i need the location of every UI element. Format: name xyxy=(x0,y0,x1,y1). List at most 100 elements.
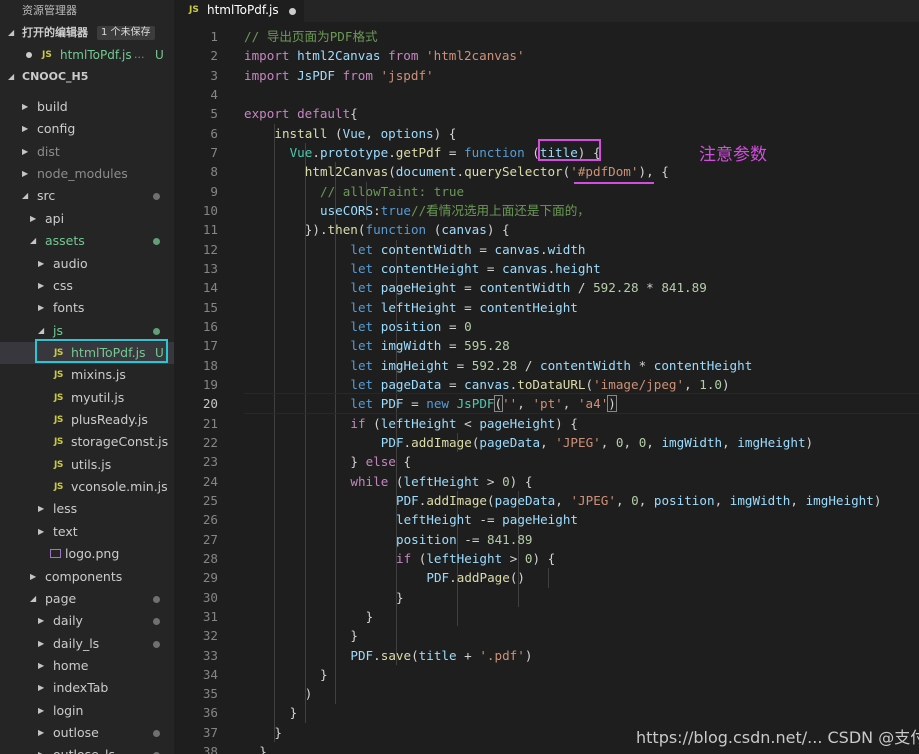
code-line[interactable]: 12 let contentWidth = canvas.width xyxy=(174,240,919,259)
code-line[interactable]: 3 import JsPDF from 'jspdf' xyxy=(174,66,919,85)
code-line[interactable]: 5 export default{ xyxy=(174,104,919,123)
tree-item[interactable]: ◢ assets xyxy=(0,230,174,252)
code-token: ) { xyxy=(532,550,556,566)
modified-dot-icon xyxy=(153,595,160,603)
tree-item[interactable]: JS myutil.js xyxy=(0,387,174,409)
code-line[interactable]: 20 let PDF = new JsPDF('', 'pt', 'a4') xyxy=(174,393,919,415)
code-line[interactable]: 23} else { xyxy=(174,452,919,471)
code-line[interactable]: 1 // 导出页面为PDF格式 xyxy=(174,27,919,46)
tab-htmltopdf[interactable]: JS htmlToPdf.js xyxy=(174,0,304,22)
tree-item[interactable]: ▶ build xyxy=(0,96,174,118)
tree-item[interactable]: ▶ daily xyxy=(0,610,174,632)
code-token: 'html2canvas' xyxy=(426,48,525,64)
code-token: contentHeight xyxy=(653,357,753,373)
tree-item[interactable]: ▶ outlose_ls xyxy=(0,744,174,754)
code-line[interactable]: 31} xyxy=(174,607,919,626)
code-line[interactable]: 13 let contentHeight = canvas.height xyxy=(174,259,919,278)
code-line[interactable]: 25 PDF.addImage(pageData, 'JPEG', 0, posi… xyxy=(174,491,919,510)
code-line[interactable]: 14 let pageHeight = contentWidth / 592.28… xyxy=(174,278,919,297)
tree-item-label: outlose_ls xyxy=(53,744,115,754)
code-line[interactable]: 8 html2Canvas(document.querySelector('#pd… xyxy=(174,162,919,181)
code-line[interactable]: 24 while (leftHeight > 0) { xyxy=(174,472,919,491)
tree-item[interactable]: ◢ src xyxy=(0,185,174,207)
code-editor[interactable]: 1 // 导出页面为PDF格式 2 import html2Canvas from '… xyxy=(174,27,919,754)
code-line[interactable]: 32} xyxy=(174,626,919,645)
code-token: / xyxy=(517,357,540,373)
code-line[interactable]: 33 PDF.save(title + '.pdf') xyxy=(174,646,919,665)
code-line[interactable]: 9 // allowTaint: true xyxy=(174,182,919,201)
code-token: ) { xyxy=(433,125,457,141)
code-token: if xyxy=(350,415,366,431)
tree-item[interactable]: ▶ less xyxy=(0,498,174,520)
code-line[interactable]: 36} xyxy=(174,703,919,722)
tree-item[interactable]: logo.png xyxy=(0,543,174,565)
chevron-right-icon: ▶ xyxy=(38,616,45,626)
code-line[interactable]: 22 PDF.addImage(pageData, 'JPEG', 0, 0, i… xyxy=(174,433,919,452)
tree-item[interactable]: JS storageConst.js xyxy=(0,431,174,453)
code-line[interactable]: 16 let position = 0 xyxy=(174,317,919,336)
code-line[interactable]: 34} xyxy=(174,665,919,684)
tree-item-label: build xyxy=(37,99,68,114)
chevron-right-icon: ▶ xyxy=(38,280,45,290)
open-editors-header[interactable]: ◢ 打开的编辑器 1 个未保存 xyxy=(0,22,174,44)
tree-item[interactable]: JS vconsole.min.js xyxy=(0,476,174,498)
tree-item[interactable]: ▶ css xyxy=(0,275,174,297)
code-line[interactable]: 35) xyxy=(174,684,919,703)
code-text: while (leftHeight > 0) { xyxy=(350,472,532,491)
tree-item[interactable]: ▶ dist xyxy=(0,141,174,163)
tree-item[interactable]: ▶ home xyxy=(0,655,174,677)
tree-item[interactable]: JS utils.js xyxy=(0,454,174,476)
tree-item[interactable]: ▶ node_modules xyxy=(0,163,174,185)
code-token: contentWidth xyxy=(539,357,631,373)
code-token: useCORS xyxy=(320,202,374,218)
code-line[interactable]: 19 let pageData = canvas.toDataURL('image… xyxy=(174,375,919,394)
tree-item[interactable]: ▶ outlose xyxy=(0,722,174,744)
code-line[interactable]: 4 xyxy=(174,85,919,104)
code-line[interactable]: 10 useCORS:true//看情况选用上面还是下面的， xyxy=(174,201,919,220)
tree-item[interactable]: ▶ login xyxy=(0,700,174,722)
tree-item[interactable]: ▶ indexTab xyxy=(0,677,174,699)
code-text: } xyxy=(290,703,298,722)
tree-item-label: config xyxy=(37,121,76,137)
code-line[interactable]: 11}).then(function (canvas) { xyxy=(174,220,919,239)
code-text: ) xyxy=(305,684,313,703)
code-token: PDF xyxy=(396,492,419,508)
code-token: , xyxy=(600,434,616,450)
tree-item[interactable]: ▶ components xyxy=(0,566,174,588)
code-token: leftHeight xyxy=(403,473,480,489)
code-token: + xyxy=(456,647,480,663)
code-line[interactable]: 21 if (leftHeight < pageHeight) { xyxy=(174,414,919,433)
code-line[interactable]: 30} xyxy=(174,588,919,607)
code-token: ) { xyxy=(486,222,510,238)
tree-item[interactable]: ◢ page xyxy=(0,588,174,610)
tree-item[interactable]: ▶ api xyxy=(0,208,174,230)
tree-item[interactable]: ▶ text xyxy=(0,521,174,543)
code-line[interactable]: 18 let imgHeight = 592.28 / contentWidth … xyxy=(174,356,919,375)
line-number: 19 xyxy=(202,376,218,392)
open-editor-item[interactable]: JS htmlToPdf.js ... U xyxy=(0,44,174,66)
tree-item[interactable]: ▶ daily_ls xyxy=(0,633,174,655)
code-token: imgWidth xyxy=(380,338,442,354)
tree-item[interactable]: JS mixins.js xyxy=(0,364,174,386)
tree-item-label: myutil.js xyxy=(71,389,125,405)
tree-item[interactable]: ▶ audio xyxy=(0,253,174,275)
tree-item[interactable]: JS plusReady.js xyxy=(0,409,174,431)
watermark: https://blog.csdn.net/... CSDN @支付宝技术团队1 xyxy=(636,728,919,747)
tree-item[interactable]: ▶ fonts xyxy=(0,297,174,319)
workspace-header[interactable]: ◢ CNOOC_H5 xyxy=(0,66,174,88)
code-line[interactable]: 29 PDF.addPage() xyxy=(174,568,919,587)
code-line[interactable]: 2 import html2Canvas from 'html2canvas' xyxy=(174,46,919,65)
code-line[interactable]: 17 let imgWidth = 595.28 xyxy=(174,336,919,355)
code-line[interactable]: 28 if (leftHeight > 0) { xyxy=(174,549,919,568)
tree-item[interactable]: ▶ config xyxy=(0,118,174,140)
code-token: , xyxy=(517,396,533,412)
line-number: 15 xyxy=(202,299,218,315)
code-text: let leftHeight = contentHeight xyxy=(350,298,578,317)
code-line[interactable]: 15 let leftHeight = contentHeight xyxy=(174,298,919,317)
code-line[interactable]: 26 leftHeight -= pageHeight xyxy=(174,510,919,529)
unsaved-dot-icon[interactable] xyxy=(289,8,296,15)
code-line[interactable]: 27 position -= 841.89 xyxy=(174,530,919,549)
